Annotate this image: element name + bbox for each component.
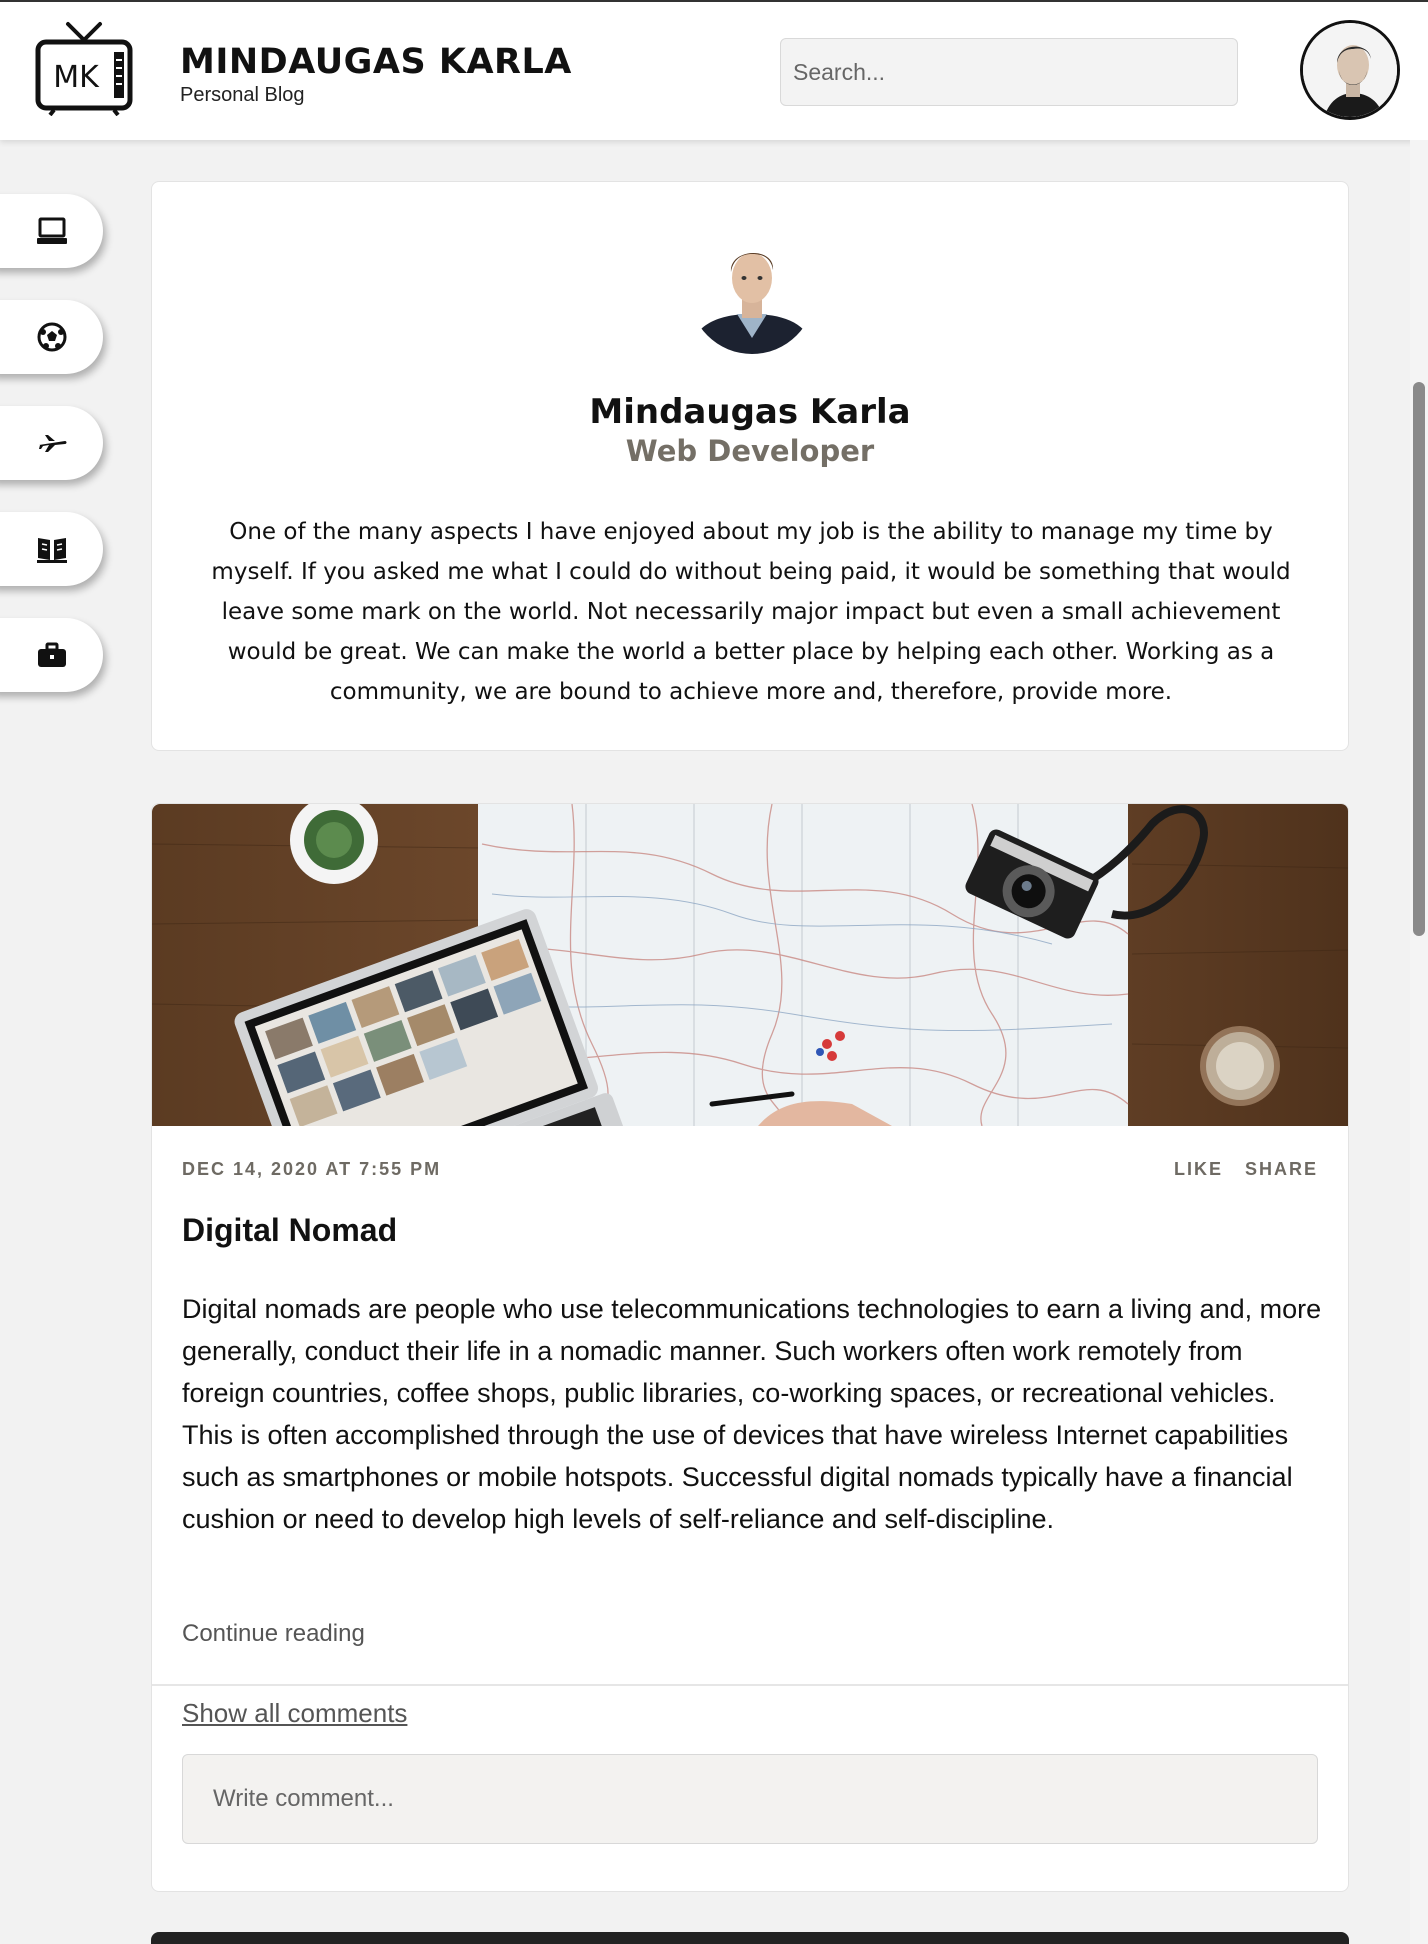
post-cover-image[interactable]	[152, 804, 1348, 1126]
profile-name: Mindaugas Karla	[589, 392, 911, 432]
sidebar-item-travel[interactable]	[0, 406, 103, 480]
laptop-icon	[36, 217, 67, 244]
post-actions: LIKE SHARE	[1174, 1159, 1318, 1180]
continue-reading-link[interactable]: Continue reading	[182, 1620, 365, 1648]
site-subtitle: Personal Blog	[180, 84, 305, 106]
sidebar-item-work[interactable]	[0, 618, 103, 692]
profile-card: Mindaugas Karla Web Developer One of the…	[151, 181, 1349, 751]
post-card: DEC 14, 2020 AT 7:55 PM LIKE SHARE Digit…	[151, 803, 1349, 1892]
book-icon	[36, 538, 67, 563]
profile-role: Web Developer	[625, 434, 875, 468]
sidebar-item-tech[interactable]	[0, 194, 103, 268]
show-comments-link[interactable]: Show all comments	[182, 1698, 407, 1729]
tv-logo-icon[interactable]: MK	[34, 20, 134, 117]
site-title[interactable]: MINDAUGAS KARLA	[180, 42, 572, 82]
next-post-card[interactable]	[151, 1932, 1349, 1944]
site-header: MK MINDAUGAS KARLA Personal Blog	[0, 0, 1428, 140]
briefcase-icon	[37, 642, 66, 667]
profile-avatar	[689, 228, 815, 354]
post-body: Digital nomads are people who use teleco…	[182, 1294, 1322, 1534]
divider	[152, 1684, 1348, 1686]
post-title[interactable]: Digital Nomad	[182, 1212, 397, 1249]
sidebar-item-reading[interactable]	[0, 512, 103, 586]
comment-input[interactable]	[182, 1754, 1318, 1844]
profile-bio: One of the many aspects I have enjoyed a…	[211, 519, 1291, 705]
user-avatar[interactable]	[1300, 20, 1400, 120]
scrollbar-thumb[interactable]	[1413, 382, 1425, 936]
post-date: DEC 14, 2020 AT 7:55 PM	[182, 1159, 442, 1179]
like-button[interactable]: LIKE	[1174, 1159, 1223, 1180]
search-input[interactable]	[780, 38, 1238, 106]
soccer-ball-icon	[37, 322, 66, 352]
logo-text: MK	[53, 60, 100, 95]
airplane-icon	[38, 435, 66, 452]
sidebar-item-sports[interactable]	[0, 300, 103, 374]
share-button[interactable]: SHARE	[1245, 1159, 1318, 1180]
